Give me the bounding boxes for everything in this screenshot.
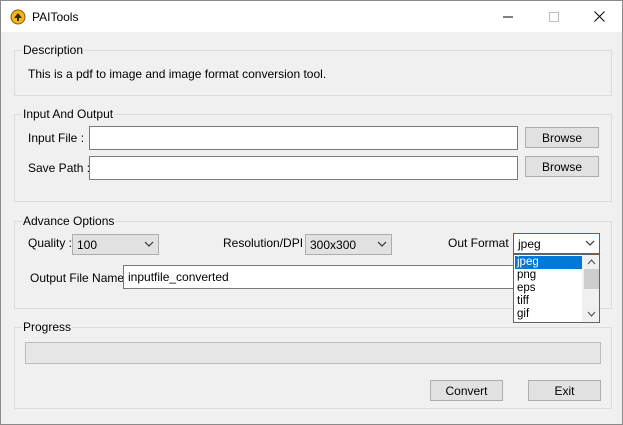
input-browse-button[interactable]: Browse <box>525 127 599 148</box>
close-icon <box>593 11 605 22</box>
format-option[interactable]: tiff <box>515 295 583 308</box>
out-format-select[interactable]: jpeg <box>513 233 600 254</box>
description-group-label: Description <box>22 43 85 57</box>
progress-bar <box>25 342 601 364</box>
format-option[interactable]: jpeg <box>515 256 583 269</box>
save-path-label: Save Path : <box>28 161 91 175</box>
progress-group-label: Progress <box>22 320 73 334</box>
format-option[interactable]: gif <box>515 308 583 321</box>
app-window: PAITools Description This is a pdf to im… <box>0 0 623 425</box>
input-file-field[interactable] <box>89 126 518 150</box>
description-text: This is a pdf to image and image format … <box>28 67 327 81</box>
format-option[interactable]: png <box>515 269 583 282</box>
chevron-up-icon[interactable] <box>587 259 596 265</box>
maximize-icon <box>549 11 559 22</box>
advance-options-group-label: Advance Options <box>22 214 116 228</box>
minimize-button[interactable] <box>485 1 531 32</box>
maximize-button[interactable] <box>531 1 577 32</box>
format-option[interactable]: eps <box>515 282 583 295</box>
dropdown-scrollbar[interactable] <box>582 255 599 322</box>
resolution-value: 300x300 <box>310 238 357 252</box>
out-format-dropdown[interactable]: jpeg png eps tiff gif <box>513 254 600 323</box>
resolution-label: Resolution/DPI : <box>223 236 310 250</box>
quality-value: 100 <box>77 238 98 252</box>
close-button[interactable] <box>576 1 622 32</box>
exit-button[interactable]: Exit <box>528 380 601 401</box>
out-format-label: Out Format : <box>448 236 516 250</box>
input-output-group-label: Input And Output <box>22 107 115 121</box>
chevron-down-icon <box>144 241 154 247</box>
paitools-app-icon <box>10 9 26 25</box>
chevron-down-icon <box>585 240 595 246</box>
input-file-label: Input File : <box>28 131 85 145</box>
save-path-field[interactable] <box>89 156 518 180</box>
output-file-name-label: Output File Name : <box>30 271 131 285</box>
save-browse-button[interactable]: Browse <box>525 156 599 177</box>
progress-group: Progress <box>14 320 612 409</box>
convert-button[interactable]: Convert <box>430 380 503 401</box>
output-file-name-field[interactable]: inputfile_converted <box>123 265 515 289</box>
chevron-down-icon[interactable] <box>587 311 596 317</box>
minimize-icon <box>503 16 513 17</box>
title-bar[interactable]: PAITools <box>1 1 622 32</box>
chevron-down-icon <box>377 241 387 247</box>
window-title: PAITools <box>32 10 79 24</box>
resolution-select[interactable]: 300x300 <box>305 234 392 255</box>
out-format-value: jpeg <box>518 237 541 251</box>
scrollbar-thumb[interactable] <box>584 269 599 289</box>
quality-select[interactable]: 100 <box>72 234 159 255</box>
quality-label: Quality : <box>28 236 73 250</box>
